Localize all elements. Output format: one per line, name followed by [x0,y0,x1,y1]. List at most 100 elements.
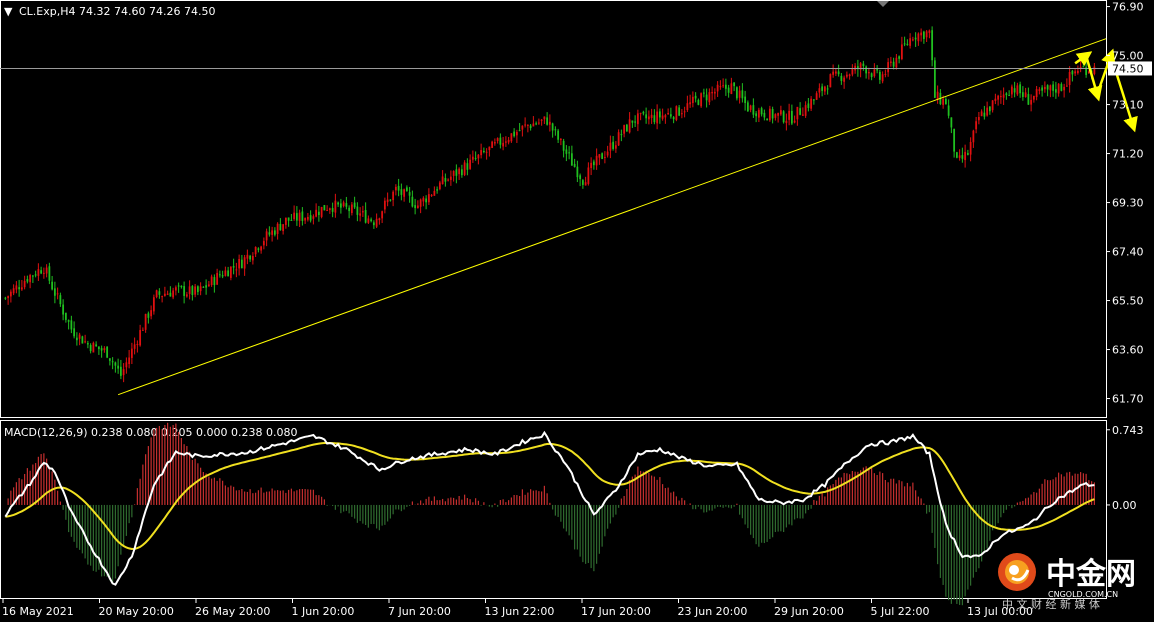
candle-body [372,222,375,226]
candle-body [950,117,953,128]
candle-body [194,286,197,295]
candle-body [760,108,763,115]
candle-body [722,85,725,87]
candle-body [922,31,925,39]
candle-body [227,270,230,277]
candle-body [532,123,535,127]
candle-body [359,213,362,216]
candle-body [414,205,417,209]
candle-body [744,96,747,104]
candle-body [623,125,626,134]
candle-body [653,115,656,123]
candle-body [664,115,667,118]
price-tick-label: 71.20 [1112,148,1144,161]
candle-body [537,122,540,124]
price-chart[interactable]: ▼ CL.Exp,H4 74.32 74.60 74.26 74.50 MACD… [0,0,1154,622]
candle-body [493,142,496,144]
candle-body [251,255,254,261]
candle-body [166,293,169,295]
candle-body [628,119,631,133]
candle-body [807,103,810,108]
candle-body [499,137,502,145]
candle-body [249,255,252,260]
candle-body [158,291,161,295]
candle-body [64,312,67,320]
candle-body [768,108,771,121]
candle-body [958,155,961,158]
current-price-label: 74.50 [1112,62,1144,75]
candle-body [986,107,989,116]
candle-body [812,99,815,101]
candle-body [645,114,648,119]
candle-body [667,113,670,115]
candle-body [540,119,543,121]
candle-body [942,98,945,105]
candle-body [708,92,711,103]
time-tick-label: 23 Jun 20:00 [678,605,748,618]
candle-body [716,84,719,92]
candle-body [906,43,909,45]
candle-body [103,348,106,350]
candle-body [752,105,755,115]
candle-body [851,68,854,75]
candle-body [903,43,906,45]
candle-body [955,152,958,158]
candle-body [290,219,293,221]
candle-body [823,86,826,92]
candle-body [524,124,527,126]
candle-body [196,286,199,293]
candle-body [56,293,59,295]
candle-body [4,297,7,299]
candle-body [790,110,793,124]
candle-body [947,105,950,116]
candle-body [488,146,491,151]
candle-body [496,138,499,142]
candle-body [581,180,584,185]
candle-body [672,117,675,120]
candle-body [232,266,235,268]
candle-body [466,163,469,170]
price-tick-label: 65.50 [1112,295,1144,308]
candle-body [403,189,406,197]
candle-body [669,114,672,117]
candle-body [408,192,411,196]
candle-body [606,151,609,156]
candle-body [1027,94,1030,105]
price-tick-label: 73.10 [1112,99,1144,112]
candle-body [678,107,681,116]
candle-body [818,88,821,93]
candle-body [878,71,881,80]
candle-body [119,366,122,376]
candle-body [559,139,562,141]
candle-body [469,159,472,169]
candle-body [106,346,109,358]
candle-body [224,270,227,276]
price-axis: 76.90 75.00 73.10 71.20 69.30 67.40 65.50 63.60… [1106,1,1144,406]
candle-body [873,69,876,77]
candle-body [889,61,892,63]
candle-body [639,112,642,114]
candle-body [114,362,117,366]
candle-body [139,330,142,346]
candle-body [199,286,202,292]
candle-body [53,288,56,296]
header-arrow[interactable]: ▼ [4,5,13,18]
candle-body [161,296,164,298]
candle-body [845,74,848,77]
candle-body [763,112,766,118]
candle-body [944,99,947,105]
candle-body [777,113,780,116]
candle-body [254,246,257,255]
candle-body [617,132,620,146]
candle-body [317,211,320,216]
candle-body [870,73,873,77]
time-tick-label: 13 Jun 22:00 [485,605,555,618]
candle-body [1065,85,1068,87]
candle-body [634,121,637,123]
candle-body [821,86,824,91]
candle-body [370,219,373,222]
candle-body [122,369,125,376]
candle-body [656,111,659,124]
candle-body [683,111,686,113]
candle-body [441,176,444,185]
